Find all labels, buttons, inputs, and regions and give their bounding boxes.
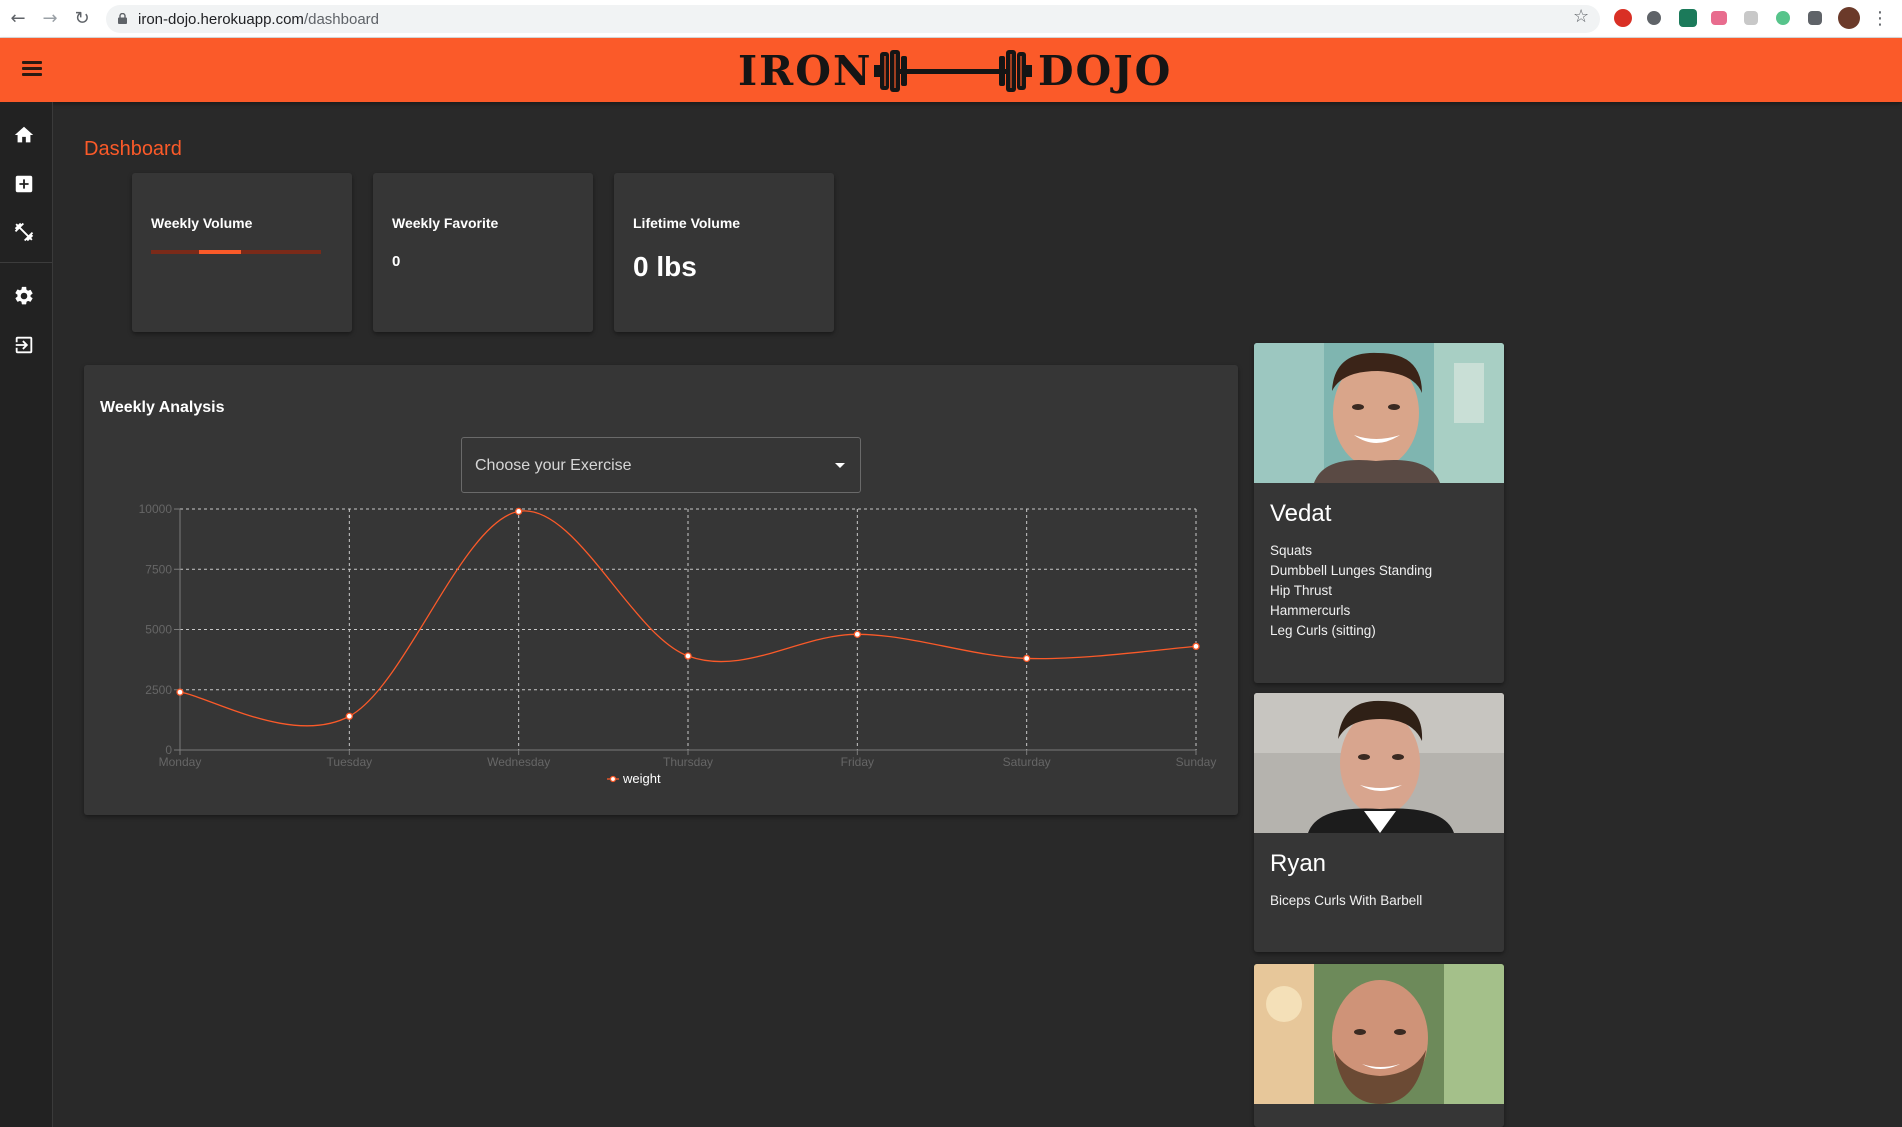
coach-card[interactable]: Vedat Squats Dumbbell Lunges Standing Hi… <box>1254 343 1504 683</box>
share-extension-icon[interactable] <box>1711 11 1727 25</box>
logout-icon[interactable] <box>13 334 35 356</box>
lifetime-volume-card: Lifetime Volume 0 lbs <box>614 173 834 332</box>
green-extension-icon[interactable] <box>1776 11 1790 25</box>
coach-exercise: Leg Curls (sitting) <box>1270 623 1376 638</box>
bookmark-star-icon[interactable]: ☆ <box>1573 6 1589 27</box>
x-tick-label: Thursday <box>663 755 713 769</box>
grey-extension-icon[interactable] <box>1744 11 1758 25</box>
coach-photo <box>1254 343 1504 483</box>
x-tick-label: Friday <box>841 755 874 769</box>
y-tick-label: 10000 <box>139 502 173 516</box>
data-point <box>515 507 523 516</box>
x-tick-label: Monday <box>159 755 202 769</box>
weekly-volume-title: Weekly Volume <box>151 215 253 231</box>
logo-text-left: IRON <box>738 47 873 95</box>
browser-menu-icon[interactable]: ⋮ <box>1868 7 1892 31</box>
iron-dojo-logo: IRON DOJO <box>734 44 1174 96</box>
y-tick-label: 7500 <box>145 562 172 576</box>
sidebar-divider <box>0 262 52 263</box>
url-host: iron-dojo.herokuapp.com <box>138 11 304 28</box>
weekly-analysis-card: Weekly Analysis 0 2500 5000 7500 10000 Monday… <box>84 365 1238 815</box>
weekly-volume-card: Weekly Volume <box>132 173 352 332</box>
lifetime-volume-value: 0 lbs <box>633 251 697 282</box>
logo-text-right: DOJO <box>1038 47 1173 95</box>
sidebar <box>0 102 53 1127</box>
browser-toolbar: ← → ↻ iron-dojo.herokuapp.com/dashboard … <box>0 0 1902 38</box>
url-text: iron-dojo.herokuapp.com/dashboard <box>138 11 379 28</box>
dropdown-arrow-icon <box>835 463 845 468</box>
puzzle-extensions-icon[interactable] <box>1808 11 1822 25</box>
x-tick-label: Wednesday <box>487 755 550 769</box>
data-point <box>1192 642 1200 651</box>
hamburger-menu-icon[interactable] <box>22 61 42 77</box>
home-icon[interactable] <box>13 124 35 146</box>
x-tick-label: Sunday <box>1176 755 1217 769</box>
address-bar[interactable]: iron-dojo.herokuapp.com/dashboard <box>106 5 1600 33</box>
legend-label: weight <box>622 771 661 786</box>
data-point <box>176 688 184 696</box>
x-tick-label: Tuesday <box>327 755 373 769</box>
x-tick-label: Saturday <box>1003 755 1051 769</box>
weekly-favorite-title: Weekly Favorite <box>392 215 499 231</box>
legend-swatch-point <box>609 775 617 783</box>
data-point <box>1023 654 1031 663</box>
exercise-select-placeholder: Choose your Exercise <box>475 457 632 474</box>
dumbbell-icon[interactable] <box>13 221 35 243</box>
lifetime-volume-title: Lifetime Volume <box>633 215 741 231</box>
coach-card[interactable] <box>1254 964 1504 1127</box>
data-point <box>853 630 861 638</box>
exercise-select[interactable]: Choose your Exercise <box>461 437 861 493</box>
adblock-extension-icon[interactable] <box>1614 9 1632 27</box>
weekly-favorite-value: 0 <box>392 253 401 270</box>
coach-photo <box>1254 964 1504 1104</box>
gear-icon[interactable] <box>13 285 35 307</box>
data-point <box>345 712 353 720</box>
lock-icon <box>118 13 127 24</box>
coach-exercise: Squats <box>1270 543 1313 558</box>
forward-icon[interactable]: → <box>38 7 62 31</box>
coach-exercise: Dumbbell Lunges Standing <box>1270 563 1433 578</box>
coach-card[interactable]: Ryan Biceps Curls With Barbell <box>1254 693 1504 952</box>
page-title: Dashboard <box>84 138 182 160</box>
profile-avatar[interactable] <box>1838 7 1860 29</box>
y-tick-label: 5000 <box>145 623 172 637</box>
coach-exercise: Biceps Curls With Barbell <box>1270 893 1423 908</box>
y-tick-label: 2500 <box>145 683 172 697</box>
weekly-volume-progress <box>151 250 321 254</box>
add-box-icon[interactable] <box>13 173 35 195</box>
data-point <box>684 652 692 660</box>
extension-icon[interactable] <box>1647 11 1661 25</box>
coach-exercise: Hammercurls <box>1270 603 1351 618</box>
reload-icon[interactable]: ↻ <box>70 7 94 31</box>
coach-name: Ryan <box>1270 850 1327 877</box>
barbell-icon <box>874 50 1032 92</box>
s-extension-icon[interactable] <box>1679 9 1697 27</box>
coach-exercise-list: Squats Dumbbell Lunges Standing Hip Thru… <box>1270 541 1432 641</box>
weekly-volume-progress-fill <box>198 250 242 254</box>
url-path: /dashboard <box>303 11 379 28</box>
coach-exercise-list: Biceps Curls With Barbell <box>1270 891 1422 911</box>
back-icon[interactable]: ← <box>6 7 30 31</box>
coach-name: Vedat <box>1270 500 1332 527</box>
weekly-favorite-card: Weekly Favorite 0 <box>373 173 593 332</box>
app-header: IRON DOJO <box>0 38 1902 102</box>
coach-exercise: Hip Thrust <box>1270 583 1333 598</box>
weekly-analysis-chart: 025005000750010000Monday Tuesday Wednesday… <box>139 502 1217 786</box>
coach-photo <box>1254 693 1504 833</box>
